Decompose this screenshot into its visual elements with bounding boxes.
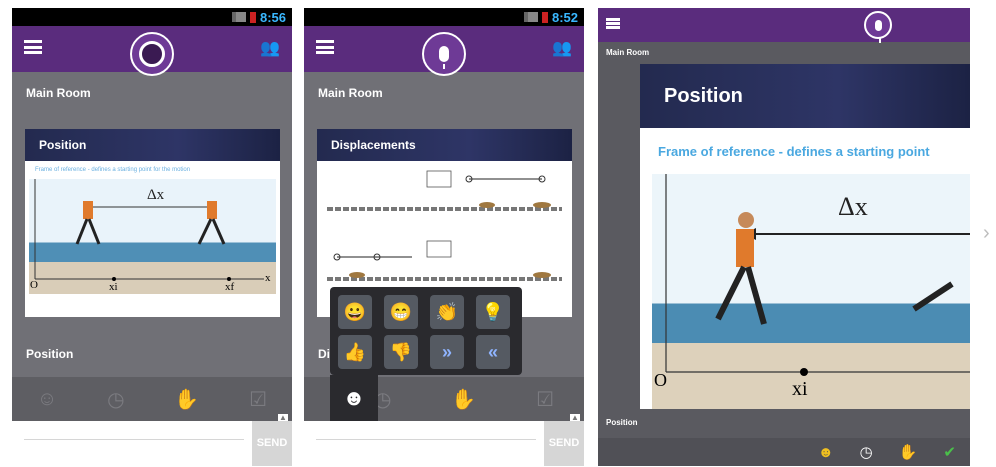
hand-icon[interactable]: ✋ [174,387,199,412]
slide[interactable]: Position Frame of reference - defines a … [25,129,280,317]
slide-subtitle: Frame of reference - defines a starting … [35,167,191,173]
phone-screen-1: 8:56 👥 Main Room Position Frame of refer… [12,8,292,466]
reaction-toolbar: ☻ ◷ ✋ ✔ [598,438,970,466]
xi-label: xi [109,281,118,293]
emoji-thumbs-down[interactable]: 👎 [384,335,418,369]
app-bar: 👥 [12,26,292,76]
chat-input[interactable] [24,439,244,440]
check-icon[interactable]: ✔ [943,443,956,461]
origin-label: O [654,370,667,390]
people-icon[interactable]: 👥 [260,38,280,58]
runner-diagram: Δx O xi xf x [29,179,276,294]
room-title: Main Room [606,48,650,57]
menu-icon[interactable] [316,40,334,54]
emoji-idea[interactable]: 💡 [476,295,510,329]
emoji-thumbs-up[interactable]: 👍 [338,335,372,369]
check-icon[interactable]: ☑ [249,387,267,412]
record-icon [139,41,165,67]
status-bar: 8:56 [12,8,292,26]
slide[interactable]: Position Frame of reference - defines a … [640,64,970,409]
microphone-icon [439,46,449,69]
app-bar: 👥 [304,26,584,76]
emoji-clap[interactable]: 👏 [430,295,464,329]
clock-icon[interactable]: ◷ [860,443,873,461]
send-button[interactable]: SEND [544,421,584,466]
next-slide-title: Position [26,347,74,361]
signal-icon [231,12,246,22]
runner-diagram: Δx O xi [652,174,970,409]
hand-icon[interactable]: ✋ [899,443,918,461]
emoji-picker: 😀 😁 👏 💡 👍 👎 » « [330,287,522,375]
slide-title: Displacements [317,129,572,161]
chat-input-row: SEND [304,421,584,466]
smiley-icon[interactable]: ☻ [818,444,834,461]
check-icon[interactable]: ☑ [536,387,554,412]
clock-time: 8:52 [551,9,578,25]
chat-input[interactable] [316,439,536,440]
origin-label: O [30,279,38,291]
chat-input-row: SEND [12,421,292,466]
status-bar: 8:52 [304,8,584,26]
send-button[interactable]: SEND [252,421,292,466]
signal-icon [523,12,538,22]
smiley-icon[interactable]: ☺ [37,388,57,411]
microphone-button[interactable] [864,11,892,43]
emoji-faster[interactable]: » [430,335,464,369]
reaction-toolbar: ☺ ◷ ✋ ☑ [12,377,292,421]
xi-label: xi [792,378,808,400]
microphone-icon [874,19,882,43]
menu-icon[interactable] [24,40,42,54]
menu-icon[interactable] [606,18,620,29]
xf-label: xf [225,281,235,293]
delta-label: Δx [147,187,165,203]
emoji-slower[interactable]: « [476,335,510,369]
phone-screen-3: Main Room Position Frame of reference - … [598,8,970,466]
chevron-right-icon[interactable]: › [983,222,990,245]
delta-label: Δx [838,192,868,221]
room-title: Main Room [26,86,91,100]
emoji-grin[interactable]: 😁 [384,295,418,329]
record-button[interactable] [130,32,174,76]
x-axis-label: x [265,272,271,284]
slide-subtitle: Frame of reference - defines a starting … [658,144,930,159]
slide-title: Position [640,64,970,128]
people-icon[interactable]: 👥 [552,38,572,58]
smiley-icon[interactable]: ☻ [330,375,378,421]
app-bar [598,8,970,43]
room-title: Main Room [318,86,383,100]
microphone-button[interactable] [422,32,466,76]
slide-title: Position [25,129,280,161]
clock-icon[interactable]: ◷ [107,387,124,412]
clock-time: 8:56 [259,9,286,25]
emoji-smile[interactable]: 😀 [338,295,372,329]
hand-icon[interactable]: ✋ [451,387,476,412]
battery-icon [541,11,548,23]
next-slide-title: Position [606,418,638,427]
battery-icon [249,11,256,23]
